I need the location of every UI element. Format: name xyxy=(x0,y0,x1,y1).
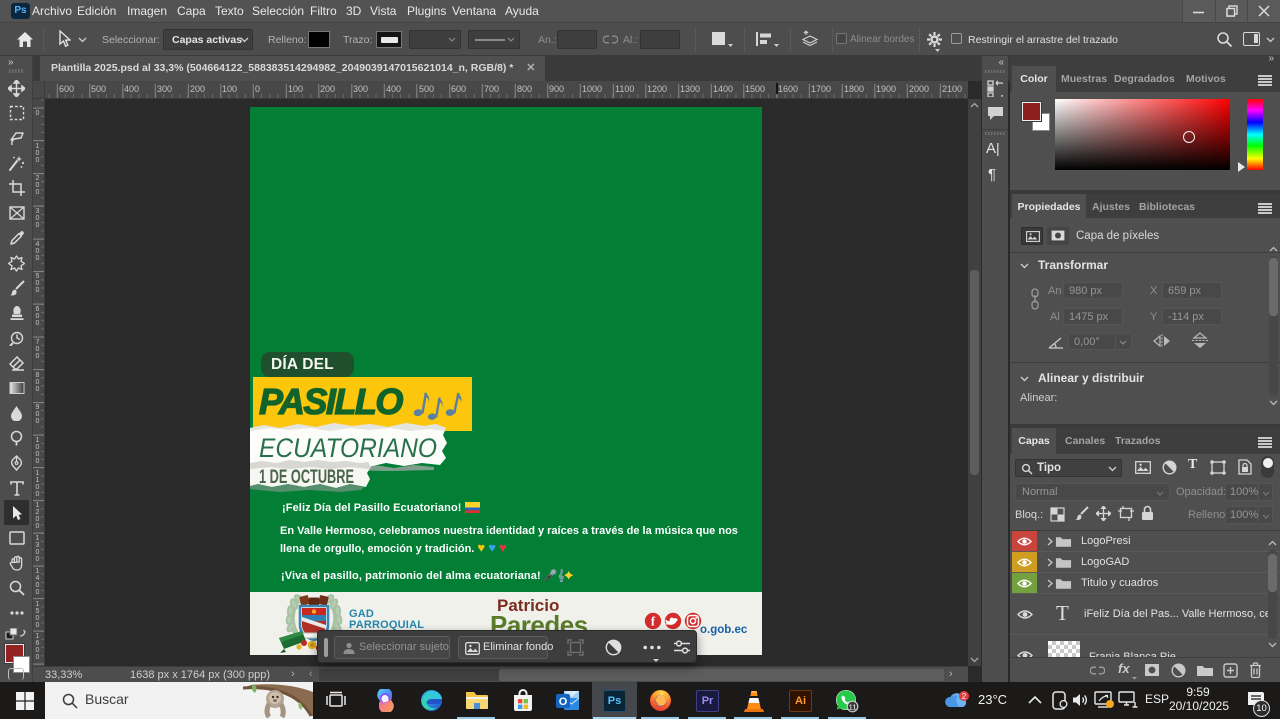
svg-text:11: 11 xyxy=(849,702,857,711)
svg-text:2: 2 xyxy=(962,692,967,701)
svg-text:O: O xyxy=(559,696,568,708)
svg-text:1 DE OCTUBRE: 1 DE OCTUBRE xyxy=(259,467,354,488)
